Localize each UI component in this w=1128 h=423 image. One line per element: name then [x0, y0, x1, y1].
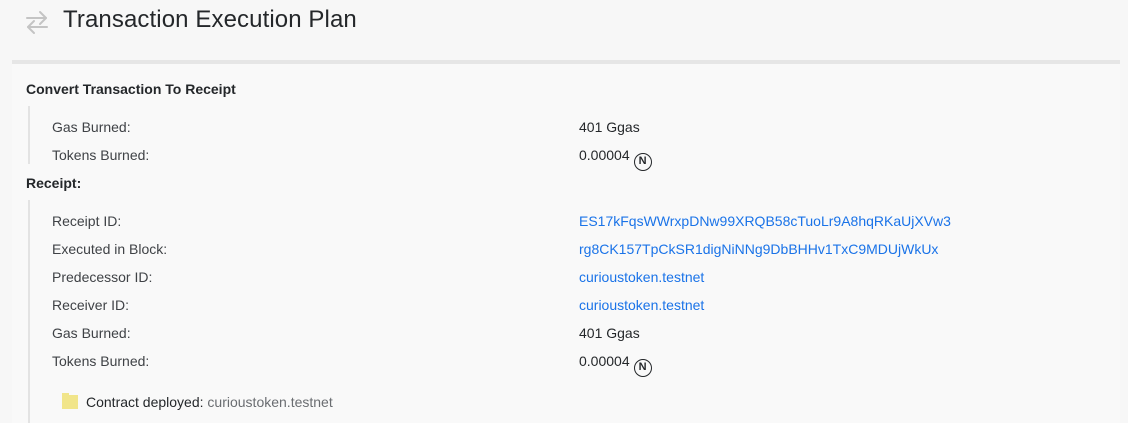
- receipt-gas-row: Gas Burned: 401 Ggas: [52, 325, 1052, 345]
- receipt-tokens-value-wrap: 0.00004 N: [579, 353, 652, 377]
- convert-tokens-label: Tokens Burned:: [52, 147, 150, 163]
- receipt-section-rail: [28, 200, 30, 423]
- receipt-id-label: Receipt ID:: [52, 213, 122, 229]
- convert-section-title: Convert Transaction To Receipt: [26, 81, 236, 97]
- receipt-id-row: Receipt ID: ES17kFqsWWrxpDNw99XRQB58cTuo…: [52, 213, 1052, 233]
- page-title: Transaction Execution Plan: [63, 6, 357, 33]
- predecessor-label: Predecessor ID:: [52, 269, 153, 285]
- action-value: curioustoken.testnet: [207, 394, 333, 410]
- page-header: Transaction Execution Plan: [0, 0, 1128, 60]
- receipt-gas-label: Gas Burned:: [52, 325, 131, 341]
- executed-block-label: Executed in Block:: [52, 241, 168, 257]
- predecessor-link[interactable]: curioustoken.testnet: [579, 269, 704, 285]
- receipt-tokens-row: Tokens Burned: 0.00004 N: [52, 353, 1052, 377]
- receipt-tokens-label: Tokens Burned:: [52, 353, 150, 369]
- convert-section-rail: [28, 106, 30, 164]
- folder-icon: [62, 393, 78, 409]
- receiver-link[interactable]: curioustoken.testnet: [579, 297, 704, 313]
- near-token-icon: N: [633, 359, 652, 377]
- receipt-gas-value: 401 Ggas: [579, 325, 640, 341]
- executed-block-row: Executed in Block: rg8CK157TpCkSR1digNiN…: [52, 241, 1052, 261]
- receipt-id-link[interactable]: ES17kFqsWWrxpDNw99XRQB58cTuoLr9A8hqRKaUj…: [579, 213, 951, 229]
- action-label: Contract deployed:: [86, 394, 204, 410]
- receiver-row: Receiver ID: curioustoken.testnet: [52, 297, 1052, 317]
- convert-tokens-value: 0.00004: [579, 147, 630, 163]
- convert-gas-label: Gas Burned:: [52, 119, 131, 135]
- executed-block-link[interactable]: rg8CK157TpCkSR1digNiNNg9DbBHHv1TxC9MDUjW…: [579, 241, 938, 257]
- convert-gas-row: Gas Burned: 401 Ggas: [52, 119, 1052, 139]
- receipt-tokens-value: 0.00004: [579, 353, 630, 369]
- predecessor-row: Predecessor ID: curioustoken.testnet: [52, 269, 1052, 289]
- receipt-section-title: Receipt:: [26, 175, 82, 191]
- receiver-label: Receiver ID:: [52, 297, 130, 313]
- near-token-icon: N: [633, 153, 652, 171]
- convert-tokens-row: Tokens Burned: 0.00004 N: [52, 147, 1052, 171]
- convert-gas-value: 401 Ggas: [579, 119, 640, 135]
- convert-tokens-value-wrap: 0.00004 N: [579, 147, 652, 171]
- contract-deployed-action: Contract deployed: curioustoken.testnet: [62, 393, 333, 410]
- transfer-arrows-icon: [24, 8, 50, 36]
